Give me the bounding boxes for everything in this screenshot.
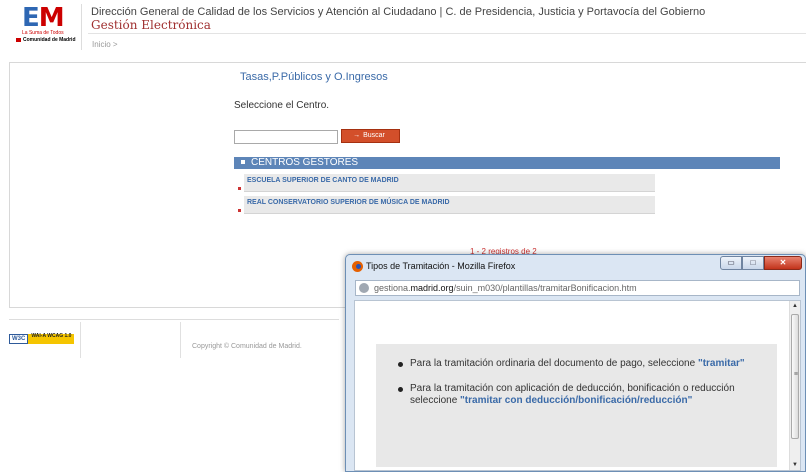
- content-border-left: [9, 62, 10, 307]
- firefox-popup-window[interactable]: Tipos de Tramitación - Mozilla Firefox ▭…: [345, 254, 806, 472]
- header-title: Dirección General de Calidad de los Serv…: [91, 6, 706, 18]
- header-divider: [88, 33, 806, 34]
- scroll-up-arrow-icon[interactable]: ▲: [792, 303, 798, 309]
- bullet-icon: [398, 387, 403, 392]
- popup-content: Para la tramitación ordinaria del docume…: [354, 300, 801, 471]
- maximize-button[interactable]: □: [742, 256, 764, 270]
- firefox-icon: [352, 261, 363, 272]
- header-subtitle[interactable]: Gestión Electrónica: [91, 18, 211, 32]
- footer-separator: [180, 322, 181, 358]
- globe-icon: [359, 283, 369, 293]
- select-center-prompt: Seleccione el Centro.: [234, 100, 330, 111]
- footer-divider: [9, 319, 339, 320]
- search-button[interactable]: → Buscar: [341, 129, 400, 143]
- centro-item[interactable]: REAL CONSERVATORIO SUPERIOR DE MÚSICA DE…: [244, 196, 655, 214]
- list-item: Para la tramitación ordinaria del docume…: [398, 358, 778, 372]
- logo-tagline: La Suma de Todos: [22, 30, 64, 36]
- header-separator: [81, 4, 82, 50]
- arrow-icon: →: [353, 132, 361, 139]
- logo[interactable]: EM La Suma de Todos Comunidad de Madrid: [14, 3, 76, 43]
- bullet-icon: [398, 362, 403, 367]
- wai-badge[interactable]: W3C WAI-A WCAG 1.0: [9, 334, 75, 344]
- footer-separator: [80, 322, 81, 358]
- search-input[interactable]: [234, 130, 338, 144]
- content-border-top: [9, 62, 806, 63]
- tramitar-deduccion-link[interactable]: "tramitar con deducción/bonificación/red…: [460, 395, 692, 406]
- minimize-button[interactable]: ▭: [720, 256, 742, 270]
- logo-mark: EM: [22, 3, 65, 33]
- logo-org: Comunidad de Madrid: [16, 37, 76, 43]
- address-bar[interactable]: gestiona.madrid.org/suin_m030/plantillas…: [355, 280, 800, 296]
- square-bullet-icon: [241, 160, 245, 165]
- list-item: Para la tramitación con aplicación de de…: [398, 383, 778, 411]
- w3c-logo: W3C: [9, 334, 29, 344]
- wai-a-label: WAI-A WCAG 1.0: [28, 334, 75, 344]
- popup-title: Tipos de Tramitación - Mozilla Firefox: [366, 261, 516, 271]
- tramitar-link[interactable]: "tramitar": [698, 358, 745, 369]
- scroll-down-arrow-icon[interactable]: ▼: [792, 462, 798, 468]
- centros-gestores-header: CENTROS GESTORES: [234, 157, 780, 169]
- options-panel: Para la tramitación ordinaria del docume…: [376, 344, 777, 467]
- centro-item[interactable]: ESCUELA SUPERIOR DE CANTO DE MADRID: [244, 174, 655, 192]
- red-bullet-icon: [238, 209, 241, 212]
- close-button[interactable]: ✕: [764, 256, 802, 270]
- breadcrumb[interactable]: Inicio >: [92, 40, 118, 49]
- section-title: Tasas,P.Públicos y O.Ingresos: [240, 71, 388, 83]
- grip-icon: ≡: [793, 371, 798, 378]
- copyright: Copyright © Comunidad de Madrid.: [192, 343, 302, 350]
- red-bullet-icon: [238, 187, 241, 190]
- popup-scrollbar[interactable]: ▲ ≡ ▼: [789, 301, 800, 470]
